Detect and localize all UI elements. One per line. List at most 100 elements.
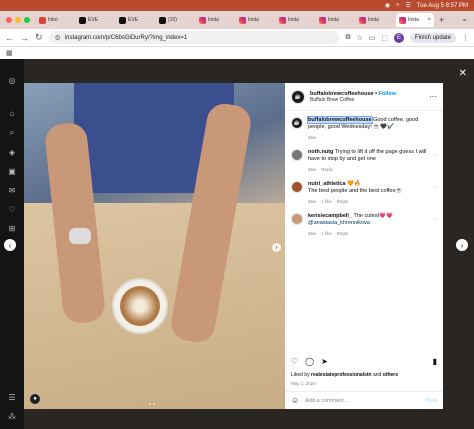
caption-username[interactable]: buffalobrewcoffeehouse (307, 116, 373, 124)
url-field[interactable]: ⚙ instagram.com/p/C6bsGiDurRy/?img_index… (48, 31, 340, 44)
comment-likes[interactable]: 1 like (321, 230, 332, 237)
tab-label: Inbo (48, 17, 58, 23)
account-avatar[interactable]: ☕ (291, 117, 303, 129)
tab-instagram-2[interactable]: Insta (236, 13, 274, 27)
site-info-icon[interactable]: ⚙ (55, 34, 61, 42)
comment-like-heart-icon[interactable]: ♡ (433, 217, 437, 223)
tab-instagram-3[interactable]: Insta (276, 13, 314, 27)
follow-button[interactable]: Follow (379, 91, 396, 97)
menubar-datetime: Tue Aug 5 8:57 PM (416, 2, 468, 9)
comment-bubble-icon[interactable]: ◯ (305, 357, 314, 366)
meta-icon[interactable]: ⁂ (8, 412, 16, 421)
tab-label: Insta (288, 17, 299, 23)
tab-label: Insta (328, 17, 339, 23)
comment-like-heart-icon[interactable]: ♡ (433, 185, 437, 191)
comment-text-line2: The best people and the best coffee☕️ (308, 188, 403, 194)
search-icon[interactable]: ⌕ (396, 2, 399, 9)
more-options-icon[interactable]: ··· (429, 92, 437, 101)
tab-label: Insta (368, 17, 379, 23)
search-icon[interactable]: ⌕ (10, 128, 14, 138)
home-icon[interactable]: ⌂ (10, 109, 15, 118)
account-username[interactable]: buffalobrewcoffeehouse (310, 91, 374, 97)
add-comment-input[interactable]: Add a comment... (305, 398, 348, 404)
photo-latte-art (120, 286, 160, 326)
post-modal: › ● ☕ buffalobrewcoffeehouse • Follow Bu… (24, 83, 443, 409)
tab-x-3[interactable]: (10) (156, 13, 194, 27)
side-panel-icon[interactable]: ▭ (369, 34, 376, 42)
profile-avatar[interactable]: E (393, 32, 404, 43)
minimize-window-button[interactable] (15, 17, 21, 23)
notifications-heart-icon[interactable]: ♡ (8, 205, 15, 214)
post-location[interactable]: Buffalo Brew Coffee (310, 97, 396, 103)
install-icon[interactable]: ⧉ (345, 34, 350, 42)
emoji-icon[interactable]: ☺ (291, 396, 299, 405)
close-tab-icon[interactable]: × (427, 17, 431, 23)
close-modal-icon[interactable]: ✕ (459, 68, 467, 79)
post-comment-button[interactable]: Post (425, 398, 437, 404)
commenter-username[interactable]: noth.nutg (308, 149, 333, 155)
tab-instagram-active[interactable]: Insta × (396, 13, 434, 27)
comment-mention[interactable]: @anastasia_khrennikova (308, 220, 370, 226)
tab-x-1[interactable]: EVE (76, 13, 114, 27)
tab-instagram-1[interactable]: Insta (196, 13, 234, 27)
save-bookmark-icon[interactable]: ▮ (433, 357, 437, 366)
x-icon (119, 16, 126, 24)
instagram-logo-icon[interactable]: ◎ (9, 76, 16, 85)
apps-grid-icon[interactable]: ▦ (6, 49, 13, 57)
instagram-icon (319, 16, 326, 24)
reels-icon[interactable]: ▣ (8, 167, 16, 176)
wifi-icon[interactable]: ◉ (385, 2, 390, 9)
gmail-icon (39, 16, 46, 24)
reply-button[interactable]: Reply (337, 198, 349, 205)
post-actions: ♡ ◯ ➤ ▮ Liked by realestateprofessionals… (285, 357, 443, 386)
zoom-window-button[interactable] (24, 17, 30, 23)
commenter-avatar[interactable] (291, 181, 303, 193)
next-post-button[interactable]: › (456, 239, 468, 251)
finish-update-button[interactable]: Finish update (409, 32, 456, 43)
tab-gmail[interactable]: Inbo (36, 13, 74, 27)
comment-age: 65w (308, 231, 317, 236)
share-icon[interactable]: ➤ (321, 357, 328, 366)
browser-menu-icon[interactable]: ⋮ (462, 34, 469, 42)
tab-search-icon[interactable]: ⌄ (461, 14, 468, 23)
tagged-user-icon[interactable]: ● (30, 394, 40, 404)
back-icon[interactable]: ← (5, 33, 14, 43)
window-controls (6, 17, 30, 23)
photo-next-icon[interactable]: › (272, 243, 281, 252)
liked-by-prefix: Liked by (291, 372, 312, 378)
account-avatar[interactable]: ☕ (291, 89, 305, 104)
messages-icon[interactable]: ✉ (9, 186, 16, 195)
comment-like-heart-icon[interactable]: ♡ (433, 153, 437, 159)
x-icon (79, 16, 86, 24)
commenter-username[interactable]: nutri_athletica (308, 181, 346, 187)
liked-by-others[interactable]: others (383, 372, 398, 378)
instagram-icon (199, 16, 206, 24)
bookmark-star-icon[interactable]: ☆ (356, 34, 362, 42)
extensions-icon[interactable]: ⬚ (381, 34, 388, 42)
tab-label: EVE (128, 17, 139, 23)
tab-instagram-4[interactable]: Insta (316, 13, 354, 27)
reload-icon[interactable]: ↻ (35, 32, 43, 43)
tab-strip: Inbo EVE EVE (10) Insta Insta Insta Inst… (0, 11, 474, 29)
create-icon[interactable]: ⊞ (9, 224, 16, 233)
forward-icon[interactable]: → (20, 33, 29, 43)
post-photo: › ● (24, 83, 285, 409)
reply-button[interactable]: Reply (337, 230, 349, 237)
post-date[interactable]: May 1, 2024 (291, 381, 437, 386)
close-window-button[interactable] (6, 17, 12, 23)
reply-button[interactable]: Reply (321, 166, 333, 173)
previous-post-button[interactable]: ‹ (4, 239, 16, 251)
liked-by-user[interactable]: realestateprofessionalstn (311, 372, 372, 378)
commenter-avatar[interactable] (291, 149, 303, 161)
add-comment-bar: ☺ Add a comment... Post (285, 391, 443, 409)
commenter-avatar[interactable] (291, 213, 303, 225)
control-center-icon[interactable]: ☰ (405, 2, 410, 9)
tab-x-2[interactable]: EVE (116, 13, 154, 27)
tab-instagram-5[interactable]: Insta (356, 13, 394, 27)
new-tab-button[interactable]: + (439, 15, 444, 25)
like-heart-icon[interactable]: ♡ (291, 357, 298, 366)
comment-likes[interactable]: 1 like (321, 198, 332, 205)
explore-icon[interactable]: ◈ (9, 148, 15, 157)
more-menu-icon[interactable]: ☰ (8, 393, 15, 402)
commenter-username[interactable]: kensiecampbell_ (308, 213, 352, 219)
